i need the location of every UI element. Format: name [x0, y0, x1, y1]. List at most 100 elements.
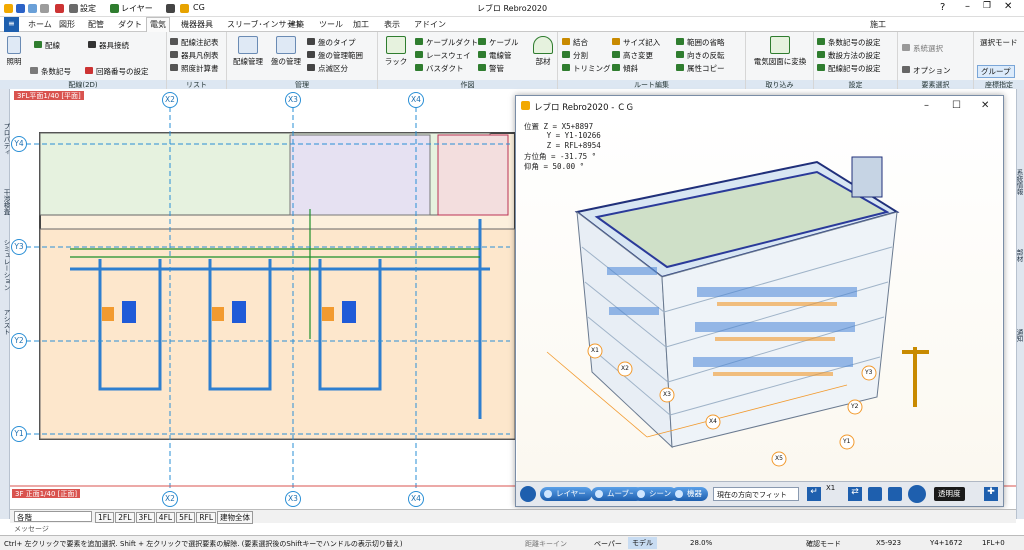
tab-duct[interactable]: ダクト: [118, 19, 142, 30]
tab-tools[interactable]: ツール: [319, 19, 343, 30]
zoom-level[interactable]: 28.0%: [690, 539, 712, 547]
minimize-icon[interactable]: –: [965, 1, 970, 12]
cg-3d-view[interactable]: 位置 Z = X5+8897 Y = Y1-10266 Z = RFL+8954…: [517, 117, 1002, 481]
file-tab[interactable]: ≡: [4, 17, 19, 32]
cg-settings-icon[interactable]: [908, 485, 926, 503]
raceway-button[interactable]: レースウェイ: [415, 50, 471, 61]
cg-app-icon: [521, 101, 530, 110]
wiring-note-table-button[interactable]: 配線注記表: [170, 37, 219, 48]
blink-section-button[interactable]: 点滅区分: [307, 63, 348, 74]
message-label[interactable]: メッセージ: [14, 524, 49, 534]
cg-maximize-icon[interactable]: ☐: [952, 100, 961, 111]
laying-settings-button[interactable]: 敷設方法の設定: [817, 50, 881, 61]
floor-tab-building[interactable]: 建物全体: [217, 511, 254, 524]
floor-tab-rfl[interactable]: RFL: [196, 512, 217, 523]
tab-electric[interactable]: 電気: [146, 17, 170, 33]
construct-dropdown[interactable]: 施工: [870, 19, 886, 30]
tab-addin[interactable]: アドイン: [414, 19, 446, 30]
transparency-button[interactable]: 透明度: [934, 487, 965, 501]
group-label-route: ルート編集: [558, 80, 745, 89]
grid-bubble-y2: Y2: [11, 333, 27, 349]
tab-architecture[interactable]: 建築: [288, 19, 304, 30]
model-tab[interactable]: モデル: [628, 537, 657, 549]
cg-close-icon[interactable]: ✕: [981, 100, 989, 111]
panel-manage-button[interactable]: 盤の管理: [269, 36, 303, 67]
wiring-symbol-settings-button[interactable]: 配線記号の設定: [817, 63, 881, 74]
busduct-button[interactable]: バスダクト: [415, 63, 464, 74]
group-settings: 条数記号の設定 敷設方法の設定 配線記号の設定 設定: [814, 32, 898, 89]
building-3d-model: [546, 156, 929, 467]
group-list: 配線注記表 器具凡例表 照度計算書 リスト: [167, 32, 227, 89]
strand-symbol-button[interactable]: 条数記号: [30, 66, 71, 77]
conduit-button[interactable]: 電線管: [478, 50, 512, 61]
grid-bubble-x3-bottom: X3: [285, 491, 301, 507]
tab-home[interactable]: ホーム: [28, 19, 52, 30]
grid-bubble-x2-bottom: X2: [162, 491, 178, 507]
floor-tab-4fl[interactable]: 4FL: [155, 512, 176, 523]
join-button[interactable]: 結合: [562, 37, 588, 48]
cg-pin-icon[interactable]: ✚: [984, 487, 998, 501]
panel-range-button[interactable]: 盤の管理範囲: [307, 50, 363, 61]
tab-piping[interactable]: 配管: [88, 19, 104, 30]
navigate-icon[interactable]: [520, 486, 536, 502]
cg-equipment-button[interactable]: 機器: [671, 487, 708, 501]
member-button[interactable]: 部材: [530, 36, 556, 67]
floor-combo[interactable]: 各階: [14, 511, 92, 522]
select-mode-dropdown[interactable]: 選択モード: [980, 37, 1018, 48]
rack-button[interactable]: ラック: [381, 36, 411, 67]
tab-view[interactable]: 表示: [384, 19, 400, 30]
strand-settings-button[interactable]: 条数記号の設定: [817, 37, 881, 48]
wiring-manage-button[interactable]: 配線管理: [230, 36, 266, 67]
height-change-button[interactable]: 高さ変更: [612, 50, 653, 61]
circuit-number-button[interactable]: 回路番号の設定: [85, 66, 149, 77]
slope-button[interactable]: 傾斜: [612, 63, 638, 74]
attr-copy-button[interactable]: 属性コピー: [676, 63, 725, 74]
restore-icon[interactable]: ❐: [983, 1, 991, 11]
cg-swap-icon[interactable]: ⇄: [848, 487, 862, 501]
distance-keyin[interactable]: 距離キーイン: [525, 539, 587, 549]
fixture-connect-button[interactable]: 器具接続: [88, 40, 129, 51]
left-panel-bar: プロパティ 干渉検査 シミュレーション アシスト: [0, 89, 10, 519]
convert-drawing-button[interactable]: 電気図面に変換: [748, 36, 812, 67]
floor-tab-3fl[interactable]: 3FL: [135, 512, 155, 523]
floor-tab-2fl[interactable]: 2FL: [115, 512, 135, 523]
cg-layer-button[interactable]: レイヤー: [540, 487, 592, 501]
tab-equipment[interactable]: 機器器具: [181, 19, 213, 30]
cg-return-icon[interactable]: ↵: [807, 487, 821, 501]
lighting-button[interactable]: 照明: [3, 36, 25, 67]
cg-minimize-icon[interactable]: –: [924, 100, 929, 111]
wiring-button[interactable]: 配線: [34, 40, 60, 51]
floor-tab-5fl[interactable]: 5FL: [176, 512, 196, 523]
cg-camera-icon[interactable]: [868, 487, 882, 501]
split-button[interactable]: 分割: [562, 50, 588, 61]
group-button[interactable]: グループ: [977, 65, 1015, 78]
confirm-mode[interactable]: 確認モード: [806, 539, 841, 549]
grid-bubble-x3: X3: [285, 92, 301, 108]
range-omit-button[interactable]: 範囲の省略: [676, 37, 725, 48]
option-dropdown[interactable]: オプション: [902, 65, 951, 76]
coord-y: Y4+1672: [930, 539, 963, 547]
size-note-button[interactable]: サイズ記入: [612, 37, 660, 48]
alarm-pipe-button[interactable]: 警管: [478, 63, 504, 74]
fit-dropdown[interactable]: 現在の方向でフィット: [713, 487, 799, 501]
elevation-view-tag[interactable]: 3F 正面1/40 [正面]: [12, 489, 81, 498]
system-select-button[interactable]: 系統選択: [902, 43, 943, 54]
group-draw: ケーブルダクト ケーブル レースウェイ 電線管 バスダクト 警管 ラック 部材 …: [378, 32, 558, 89]
legend-table-button[interactable]: 器具凡例表: [170, 50, 219, 61]
trimming-button[interactable]: トリミング: [562, 63, 611, 74]
help-icon[interactable]: ?: [940, 2, 945, 13]
reverse-button[interactable]: 向きの反転: [676, 50, 725, 61]
floor-tab-1fl[interactable]: 1FL: [95, 512, 115, 523]
cg-window[interactable]: レブロ Rebro2020 - ＣＧ – ☐ ✕ 位置 Z = X5+8897 …: [515, 95, 1004, 507]
cg-label-x1: X1: [591, 347, 599, 354]
cg-print-icon[interactable]: [888, 487, 902, 501]
cg-window-title: レブロ Rebro2020 - ＣＧ: [516, 96, 1003, 116]
close-icon[interactable]: ✕: [1004, 1, 1012, 12]
tab-shape[interactable]: 図形: [59, 19, 75, 30]
cable-duct-button[interactable]: ケーブルダクト: [415, 37, 478, 48]
tab-fabrication[interactable]: 加工: [353, 19, 369, 30]
cable-button[interactable]: ケーブル: [478, 37, 519, 48]
panel-type-button[interactable]: 盤のタイプ: [307, 37, 356, 48]
paper-tab[interactable]: ペーパー: [594, 539, 622, 549]
illuminance-report-button[interactable]: 照度計算書: [170, 63, 219, 74]
